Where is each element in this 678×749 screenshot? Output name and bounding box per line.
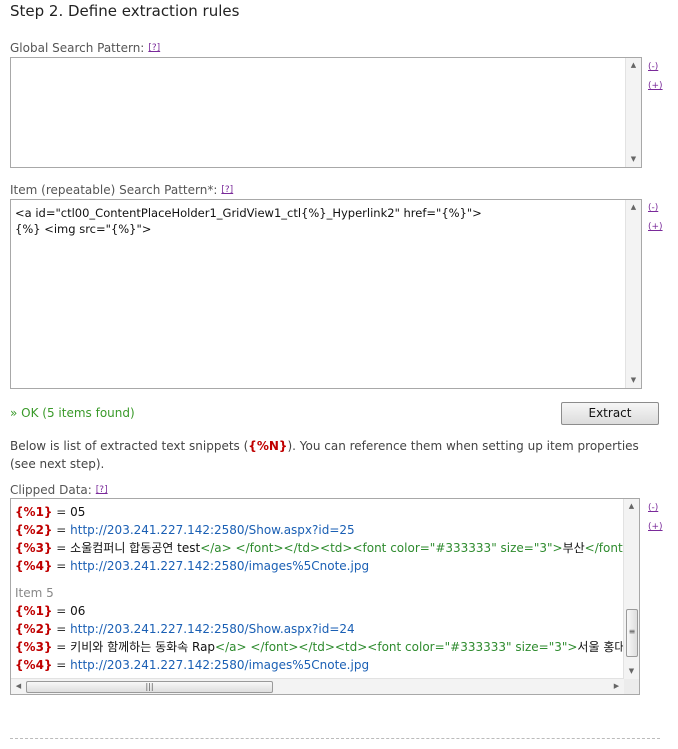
clip-line: {%2} = http://203.241.227.142:2580/Show.… (15, 521, 623, 539)
clip-url[interactable]: http://203.241.227.142:2580/Show.aspx?id… (70, 523, 355, 537)
clip-value: 06 (70, 604, 86, 618)
global-pattern-label-text: Global Search Pattern: (10, 41, 145, 55)
clip-eq: = (52, 622, 71, 636)
global-pattern-expand-link[interactable]: (+) (648, 81, 663, 91)
clip-var: {%4} (15, 559, 53, 573)
clipped-data-box[interactable]: {%1} = 05 {%2} = http://203.241.227.142:… (10, 498, 640, 695)
clip-html-tail: </font>< (584, 541, 623, 555)
extraction-status: » OK (5 items found) (10, 406, 135, 420)
clipped-collapse-link[interactable]: (-) (648, 503, 658, 513)
clip-line: {%3} = 키비와 함께하는 동화속 Rap</a> </font></td>… (15, 638, 623, 656)
clipped-data-help-link[interactable]: [?] (96, 485, 108, 495)
clip-line: {%3} = 소울컴퍼니 합동공연 test</a> </font></td><… (15, 539, 623, 557)
grip-icon: ||| (145, 682, 154, 691)
clip-eq: = (52, 505, 71, 519)
horizontal-scroll-thumb[interactable]: ||| (26, 681, 273, 693)
clip-line: {%4} = http://203.241.227.142:2580/image… (15, 656, 623, 674)
clip-var: {%1} (15, 604, 53, 618)
clip-value: 05 (70, 505, 86, 519)
scroll-up-arrow-icon[interactable]: ▲ (624, 499, 639, 514)
scroll-left-arrow-icon[interactable]: ◀ (11, 679, 26, 694)
item-pattern-scrollbar[interactable]: ▲ ▼ (625, 200, 641, 388)
clip-item-label: Item 5 (15, 586, 54, 600)
scroll-right-arrow-icon[interactable]: ▶ (609, 679, 624, 694)
scroll-down-arrow-icon[interactable]: ▼ (626, 152, 641, 167)
clip-line: {%1} = 06 (15, 602, 623, 620)
global-pattern-textarea[interactable]: ▲ ▼ (10, 57, 642, 168)
clip-url[interactable]: http://203.241.227.142:2580/Show.aspx?id… (70, 622, 355, 636)
clip-eq: = (52, 559, 71, 573)
clip-eq: = (52, 604, 71, 618)
clip-line: {%4} = http://203.241.227.142:2580/image… (15, 557, 623, 575)
scroll-down-arrow-icon[interactable]: ▼ (624, 664, 639, 679)
clipped-data-lines: {%1} = 05 {%2} = http://203.241.227.142:… (15, 503, 623, 678)
scroll-up-arrow-icon[interactable]: ▲ (626, 200, 641, 215)
clip-var: {%2} (15, 622, 53, 636)
global-pattern-scrollbar[interactable]: ▲ ▼ (625, 58, 641, 167)
clip-text-tail: 부산 (562, 541, 585, 555)
item-pattern-collapse-link[interactable]: (-) (648, 203, 658, 213)
clip-text-tail: 서울 홍대 (577, 640, 623, 654)
clip-spacer (15, 575, 623, 584)
clip-html: </a> </font></td><td><font color="#33333… (215, 640, 578, 654)
clipped-horizontal-scrollbar[interactable]: ◀ ||| ▶ (11, 678, 624, 694)
clip-eq: = (52, 658, 71, 672)
vertical-scroll-thumb[interactable]: ≡ (626, 609, 638, 657)
clip-html: </a> </font></td><td><font color="#33333… (200, 541, 563, 555)
page-title: Step 2. Define extraction rules (10, 2, 240, 20)
clip-line: {%1} = 05 (15, 503, 623, 521)
clip-line: {%2} = http://203.241.227.142:2580/Show.… (15, 620, 623, 638)
extract-button[interactable]: Extract (561, 402, 659, 425)
global-pattern-label: Global Search Pattern: [?] (10, 41, 160, 55)
scrollbar-corner (624, 679, 639, 694)
clip-text: 소울컴퍼니 합동공연 test (70, 541, 201, 555)
clip-var: {%3} (15, 640, 53, 654)
item-pattern-line-2: {%} <img src="{%}"> (15, 222, 152, 236)
grip-icon: ≡ (628, 627, 636, 636)
item-pattern-label-text: Item (repeatable) Search Pattern*: (10, 183, 218, 197)
scroll-up-arrow-icon[interactable]: ▲ (626, 58, 641, 73)
global-pattern-help-link[interactable]: [?] (148, 43, 160, 53)
clipped-data-label: Clipped Data: [?] (10, 483, 108, 497)
clipped-expand-link[interactable]: (+) (648, 522, 663, 532)
global-pattern-collapse-link[interactable]: (-) (648, 62, 658, 72)
item-pattern-textarea[interactable]: <a id="ctl00_ContentPlaceHolder1_GridVie… (10, 199, 642, 389)
scroll-down-arrow-icon[interactable]: ▼ (626, 373, 641, 388)
clipped-data-label-text: Clipped Data: (10, 483, 92, 497)
section-divider (10, 738, 660, 739)
clip-eq: = (52, 640, 71, 654)
description-text-1: Below is list of extracted text snippets… (10, 439, 249, 453)
clip-var: {%1} (15, 505, 53, 519)
clip-url[interactable]: http://203.241.227.142:2580/images%5Cnot… (70, 658, 369, 672)
item-pattern-line-1: <a id="ctl00_ContentPlaceHolder1_GridVie… (15, 206, 482, 220)
clip-var: {%3} (15, 541, 53, 555)
extraction-description: Below is list of extracted text snippets… (10, 437, 650, 473)
clip-var: {%4} (15, 658, 53, 672)
clip-url[interactable]: http://203.241.227.142:2580/images%5Cnot… (70, 559, 369, 573)
clip-eq: = (52, 523, 71, 537)
clip-text: 키비와 함께하는 동화속 Rap (70, 640, 216, 654)
item-pattern-help-link[interactable]: [?] (221, 185, 233, 195)
item-pattern-expand-link[interactable]: (+) (648, 222, 663, 232)
clip-eq: = (52, 541, 71, 555)
clipped-vertical-scrollbar[interactable]: ▲ ≡ ▼ (623, 499, 639, 679)
description-reference: {%N} (248, 439, 288, 453)
item-pattern-label: Item (repeatable) Search Pattern*: [?] (10, 183, 233, 197)
clip-var: {%2} (15, 523, 53, 537)
